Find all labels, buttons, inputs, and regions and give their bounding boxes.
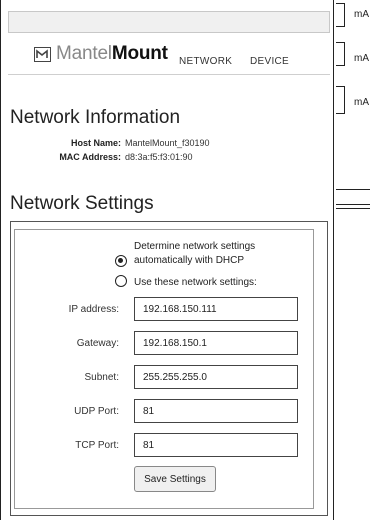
side-line-2: [336, 204, 370, 205]
host-name-value: MantelMount_f30190: [125, 138, 210, 148]
logo-mark-icon: [34, 46, 51, 62]
tcp-port-label: TCP Port:: [75, 440, 119, 451]
save-settings-button[interactable]: Save Settings: [134, 466, 216, 492]
udp-port-label: UDP Port:: [74, 406, 119, 417]
side-bracket-1: [336, 3, 345, 27]
nav-network[interactable]: NETWORK: [179, 56, 232, 67]
network-information-heading: Network Information: [10, 107, 181, 128]
mantelmount-logo[interactable]: MantelMount: [34, 44, 168, 64]
dhcp-option-label-line1: Determine network settings: [134, 241, 256, 252]
side-bracket-2: [336, 42, 345, 66]
logo-text-mount: Mount: [111, 43, 168, 64]
ip-address-label: IP address:: [68, 304, 119, 315]
mac-address-label: MAC Address:: [59, 152, 121, 162]
dhcp-option-label-line2: automatically with DHCP: [134, 255, 245, 266]
host-name-label: Host Name:: [70, 138, 121, 148]
side-label-1: mA: [354, 9, 369, 20]
gateway-input[interactable]: [134, 331, 298, 355]
udp-port-input[interactable]: [134, 399, 298, 423]
dhcp-radio[interactable]: [115, 255, 127, 267]
app-header: MantelMount NETWORK DEVICE: [8, 35, 330, 75]
static-radio[interactable]: [115, 275, 127, 287]
gateway-label: Gateway:: [76, 338, 119, 349]
network-settings-window: MantelMount NETWORK DEVICE Network Infor…: [0, 0, 334, 520]
top-bar: [8, 11, 330, 33]
subnet-input[interactable]: [134, 365, 298, 389]
tcp-port-input[interactable]: [134, 433, 298, 457]
logo-text-mantel: Mantel: [56, 43, 112, 64]
network-settings-heading: Network Settings: [10, 193, 154, 214]
subnet-label: Subnet:: [84, 372, 119, 383]
side-bracket-3: [336, 86, 345, 114]
side-line-1: [336, 189, 370, 190]
side-line-3: [336, 208, 370, 209]
side-label-3: mA: [354, 97, 369, 108]
static-option-label: Use these network settings:: [134, 277, 257, 288]
mac-address-value: d8:3a:f5:f3:01:90: [125, 152, 193, 162]
nav-device[interactable]: DEVICE: [250, 56, 289, 67]
side-label-2: mA: [354, 53, 369, 64]
ip-address-input[interactable]: [134, 297, 298, 321]
